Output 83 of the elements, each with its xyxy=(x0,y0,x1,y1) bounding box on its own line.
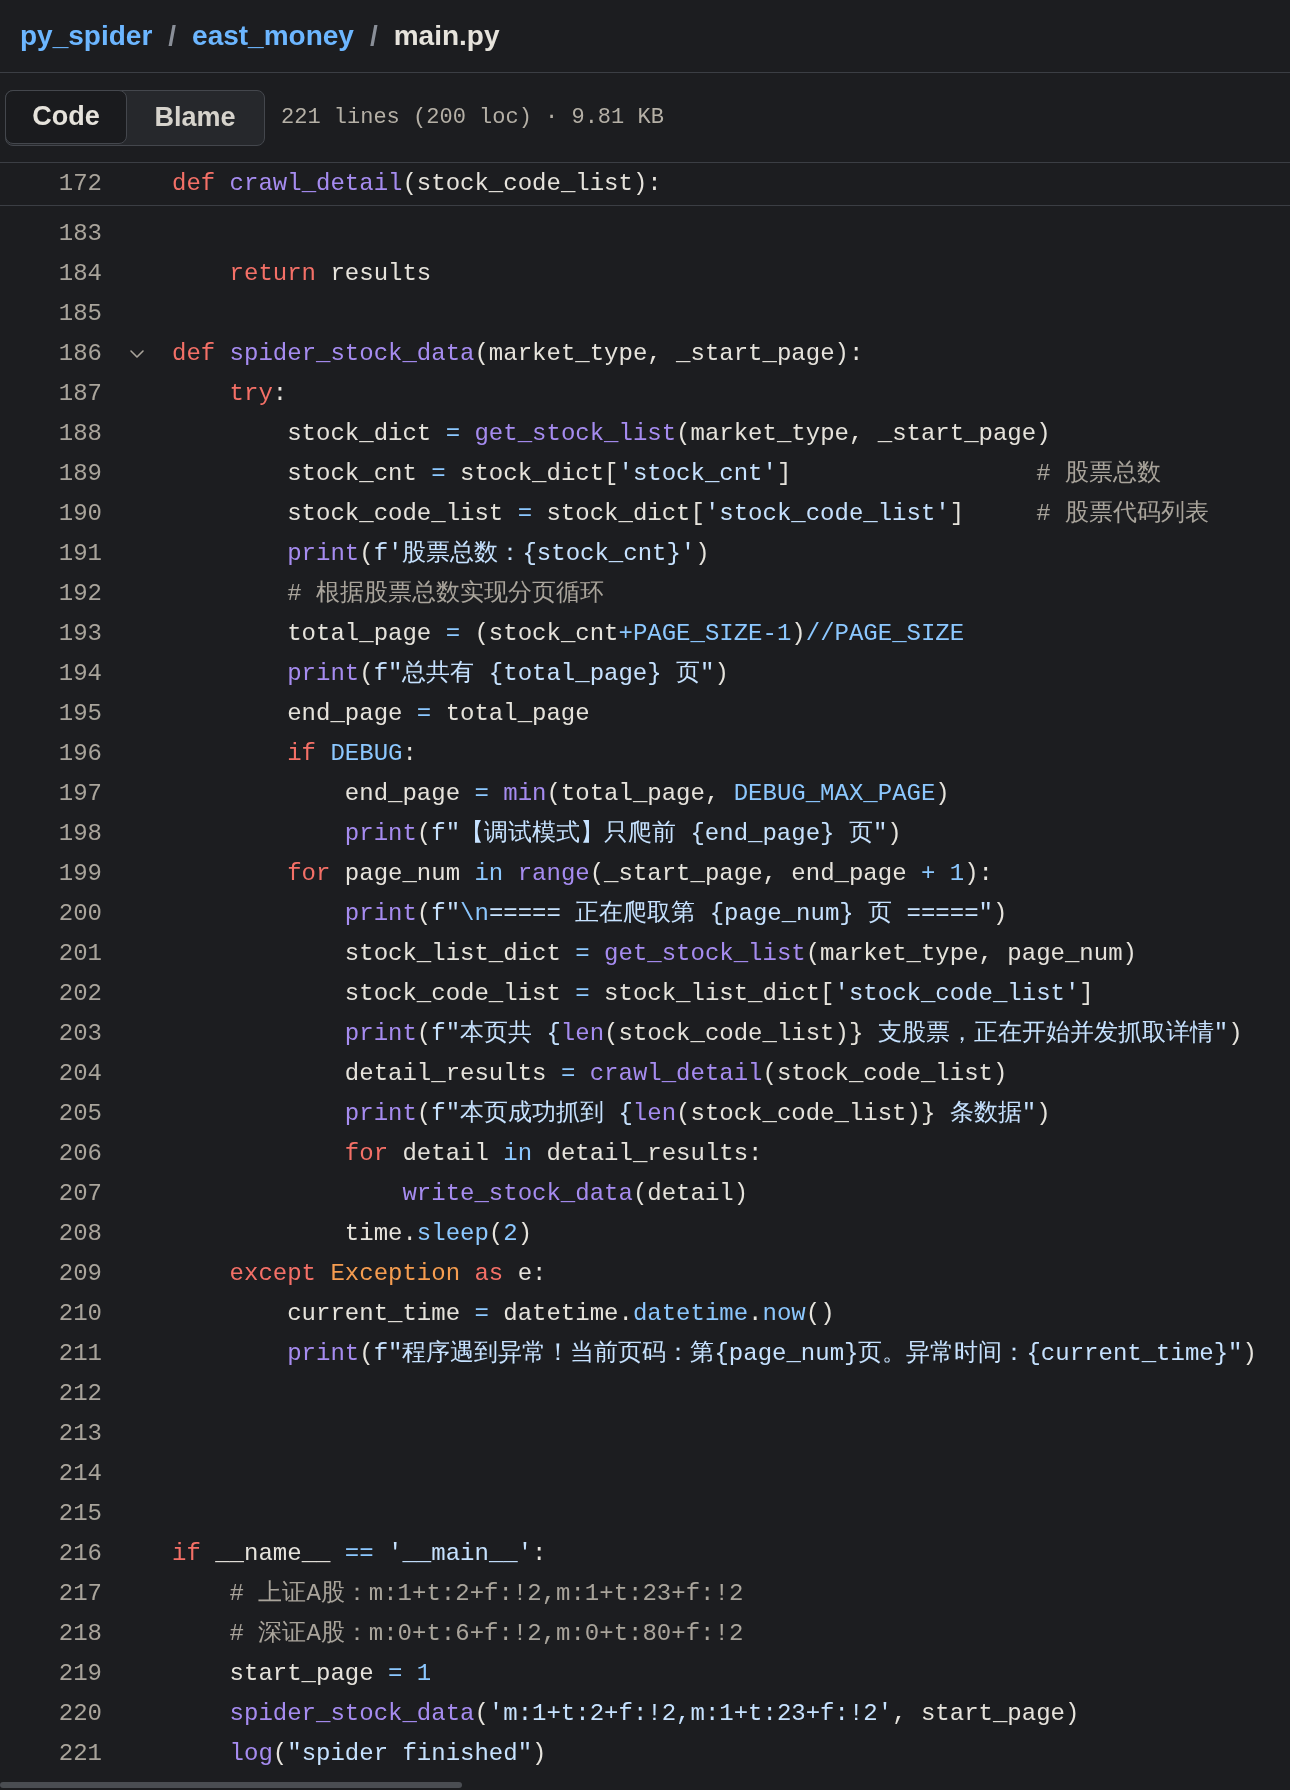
line-number: 214 xyxy=(57,1459,102,1489)
line-number: 185 xyxy=(57,299,102,329)
code-line: print(f"总共有 {total_page} 页") xyxy=(286,659,729,689)
breadcrumb-link[interactable]: py_spider xyxy=(20,15,153,57)
code-line: def spider_stock_data(market_type, _start_page): xyxy=(172,339,864,369)
code-line: print(f"程序遇到异常！当前页码：第{page_num}页。异常时间：{current_time}") xyxy=(286,1339,1257,1369)
line-number: 172 xyxy=(57,169,102,199)
view-tab[interactable]: Blame xyxy=(126,90,264,145)
code-line: stock_cnt = stock_dict['stock_cnt'] # 股票总数 xyxy=(286,459,1161,489)
line-number: 208 xyxy=(57,1219,102,1249)
code-line: log("spider finished") xyxy=(228,1739,547,1769)
line-number: 220 xyxy=(57,1699,102,1729)
line-number: 192 xyxy=(57,579,102,609)
scrollbar-thumb[interactable] xyxy=(0,1782,462,1788)
line-number: 206 xyxy=(57,1139,102,1169)
code-line: # 上证A股：m:1+t:2+f:!2,m:1+t:23+f:!2 xyxy=(228,1579,744,1609)
line-number: 217 xyxy=(57,1579,102,1609)
line-number: 215 xyxy=(57,1499,102,1529)
line-number: 201 xyxy=(57,939,102,969)
code-line: print(f"本页成功抓到 {len(stock_code_list)} 条数据") xyxy=(343,1099,1051,1129)
line-number: 207 xyxy=(57,1179,102,1209)
line-number: 198 xyxy=(57,819,102,849)
line-number: 218 xyxy=(57,1619,102,1649)
line-number: 200 xyxy=(57,899,102,929)
code-line: spider_stock_data('m:1+t:2+f:!2,m:1+t:23+f:!2', start_page) xyxy=(228,1699,1080,1729)
code-line: except Exception as e: xyxy=(228,1259,547,1289)
line-number: 188 xyxy=(57,419,102,449)
code-line: print(f'股票总数：{stock_cnt}') xyxy=(286,539,710,569)
code-line: for page_num in range(_start_page, end_page + 1): xyxy=(286,859,993,889)
line-number: 210 xyxy=(57,1299,102,1329)
code-line: return results xyxy=(228,259,432,289)
line-number: 213 xyxy=(57,1419,102,1449)
code-line: print(f"\n===== 正在爬取第 {page_num} 页 =====") xyxy=(343,899,1008,929)
code-line: stock_code_list = stock_dict['stock_code_list'] # 股票代码列表 xyxy=(286,499,1209,529)
code-line: current_time = datetime.datetime.now() xyxy=(286,1299,835,1329)
code-line: print(f"本页共 {len(stock_code_list)} 支股票，正在开始并发抓取详情") xyxy=(343,1019,1243,1049)
file-info: 221 lines (200 loc) · 9.81 KB xyxy=(281,104,664,132)
line-number: 195 xyxy=(57,699,102,729)
code-line: if __name__ == '__main__': xyxy=(172,1539,547,1569)
line-number: 219 xyxy=(57,1659,102,1689)
line-number: 197 xyxy=(57,779,102,809)
line-number: 212 xyxy=(57,1379,102,1409)
code-line: detail_results = crawl_detail(stock_code_list) xyxy=(343,1059,1008,1089)
code-line: time.sleep(2) xyxy=(343,1219,533,1249)
line-number: 186 xyxy=(57,339,102,369)
code-line: for detail in detail_results: xyxy=(343,1139,763,1169)
line-number: 221 xyxy=(57,1739,102,1769)
line-number: 190 xyxy=(57,499,102,529)
line-number: 216 xyxy=(57,1539,102,1569)
code-line: # 根据股票总数实现分页循环 xyxy=(286,579,605,609)
file-name: main.py xyxy=(393,19,500,53)
line-number: 203 xyxy=(57,1019,102,1049)
code-line: write_stock_data(detail) xyxy=(401,1179,749,1209)
line-number: 194 xyxy=(57,659,102,689)
line-number: 189 xyxy=(57,459,102,489)
code-line: if DEBUG: xyxy=(286,739,417,769)
line-number: 209 xyxy=(57,1259,102,1289)
line-number: 199 xyxy=(57,859,102,889)
code-line: end_page = min(total_page, DEBUG_MAX_PAGE) xyxy=(343,779,950,809)
line-number: 205 xyxy=(57,1099,102,1129)
breadcrumb-separator: / xyxy=(369,19,378,53)
code-line: end_page = total_page xyxy=(286,699,590,729)
line-number: 193 xyxy=(57,619,102,649)
code-line: try: xyxy=(228,379,288,409)
line-number: 191 xyxy=(57,539,102,569)
code-line: print(f"【调试模式】只爬前 {end_page} 页") xyxy=(343,819,902,849)
code-line: stock_list_dict = get_stock_list(market_type, page_num) xyxy=(343,939,1137,969)
code-line: start_page = 1 xyxy=(228,1659,432,1689)
line-number: 202 xyxy=(57,979,102,1009)
code-line: # 深证A股：m:0+t:6+f:!2,m:0+t:80+f:!2 xyxy=(228,1619,744,1649)
code-line: total_page = (stock_cnt+PAGE_SIZE-1)//PAGE_SIZE xyxy=(286,619,965,649)
code-line: stock_dict = get_stock_list(market_type, _start_page) xyxy=(286,419,1051,449)
code-line: def crawl_detail(stock_code_list): xyxy=(172,169,662,199)
breadcrumb-separator: / xyxy=(168,19,177,53)
line-number: 183 xyxy=(57,219,102,249)
line-number: 211 xyxy=(57,1339,102,1369)
line-number: 204 xyxy=(57,1059,102,1089)
line-number: 184 xyxy=(57,259,102,289)
view-tab[interactable]: Code xyxy=(5,89,127,144)
line-number: 196 xyxy=(57,739,102,769)
code-line: stock_code_list = stock_list_dict['stock_code_list'] xyxy=(343,979,1094,1009)
breadcrumb-link[interactable]: east_money xyxy=(192,15,354,57)
line-number: 187 xyxy=(57,379,102,409)
